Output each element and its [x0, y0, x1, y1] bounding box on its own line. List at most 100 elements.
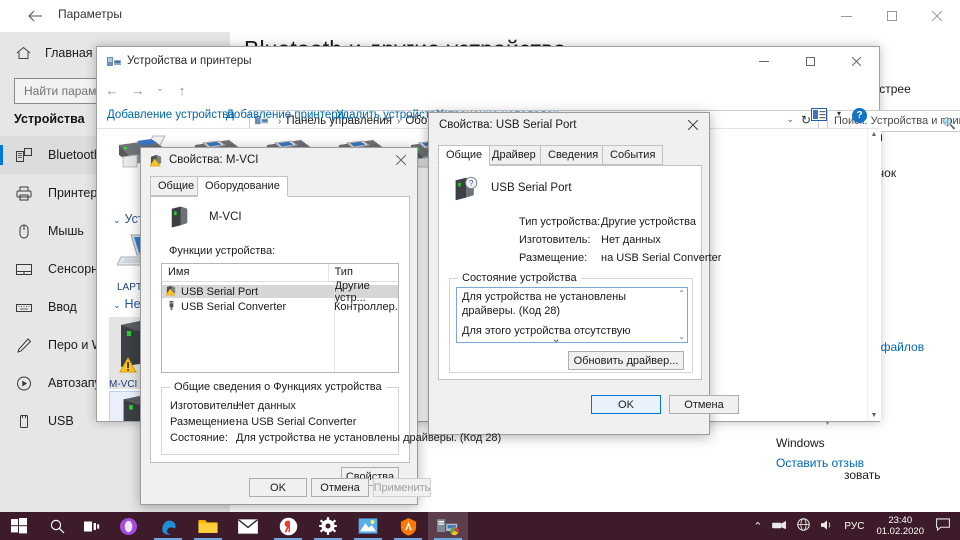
task-view-icon[interactable]	[73, 512, 111, 540]
tab-details[interactable]: Сведения	[540, 145, 607, 165]
chevron-down-icon: ⌄	[113, 300, 121, 310]
tab-hardware[interactable]: Оборудование	[197, 176, 288, 197]
svg-text:?: ?	[469, 179, 474, 188]
back-arrow-icon[interactable]	[22, 4, 48, 28]
tray-chevron-up-icon[interactable]: ⌃	[753, 520, 762, 533]
photos-icon[interactable]	[348, 512, 388, 540]
chevron-down-icon[interactable]: ▾	[837, 109, 841, 118]
mail-icon[interactable]	[228, 512, 268, 540]
help-icon[interactable]: ?	[852, 108, 867, 123]
cp-scroll-down-arrow[interactable]: ▼	[868, 412, 880, 419]
globe-icon[interactable]	[797, 518, 811, 534]
usb-dialog-ok-button[interactable]: OK	[591, 395, 661, 414]
field-label-manufacturer: Изготовитель:	[519, 234, 591, 246]
cp-close-button[interactable]	[833, 47, 879, 75]
taskbar-search-icon[interactable]	[38, 512, 76, 540]
device-status-group-title: Состояние устройства	[458, 272, 581, 284]
cp-titlebar: Устройства и принтеры	[97, 47, 879, 77]
cp-scroll-up-arrow[interactable]: ▲	[868, 131, 880, 138]
status-scroll-down-arrow[interactable]: ⌄	[678, 332, 685, 341]
summary-label-manufacturer: Изготовитель:	[170, 400, 242, 412]
usb-dialog-titlebar: Свойства: USB Serial Port	[429, 113, 709, 139]
view-options-icon[interactable]	[811, 108, 827, 122]
field-label-device-type: Тип устройства:	[519, 216, 601, 228]
device-status-textbox[interactable]: Для устройства не установлены драйверы. …	[456, 287, 688, 343]
mvci-dialog-title: Свойства: M-VCI	[169, 154, 259, 166]
usb-dialog-general-panel: ? USB Serial Port Тип устройства: Другие…	[438, 165, 721, 380]
cp-back-button[interactable]: ←	[103, 83, 121, 98]
table-row[interactable]: USB Serial Converter Контроллер...	[162, 300, 398, 313]
volume-icon[interactable]	[820, 519, 834, 534]
bluetooth-device-icon	[14, 146, 34, 164]
tab-events[interactable]: События	[602, 145, 664, 165]
start-button[interactable]	[0, 512, 38, 540]
field-value-device-type: Другие устройства	[601, 216, 696, 228]
device-summary-group: Общие сведения о Функциях устройства Изг…	[161, 381, 501, 455]
cp-maximize-button[interactable]	[787, 47, 833, 75]
column-header-type[interactable]: Тип	[329, 264, 398, 281]
usb-dialog-close-button[interactable]	[677, 113, 709, 137]
file-explorer-icon[interactable]	[188, 512, 228, 540]
settings-gear-icon[interactable]	[308, 512, 348, 540]
settings-minimize-button[interactable]	[824, 0, 869, 32]
mouse-icon	[14, 222, 34, 240]
add-printer-button[interactable]: Добавление принтера	[226, 109, 344, 121]
tab-general[interactable]: Общие	[438, 145, 491, 166]
usb-device-icon	[166, 300, 177, 314]
cp-recent-dropdown[interactable]: ⌄	[151, 83, 169, 94]
mvci-device-name: M-VCI	[209, 211, 242, 223]
avast-icon[interactable]	[388, 512, 428, 540]
autoplay-icon	[14, 374, 34, 392]
settings-maximize-button[interactable]	[869, 0, 914, 32]
device-warning-icon	[165, 285, 177, 299]
network-icon[interactable]	[772, 519, 787, 534]
cp-up-button[interactable]: ↑	[173, 83, 191, 98]
computer-icon	[169, 205, 191, 234]
usb-dialog-tabs: Общие Драйвер Сведения События	[438, 145, 702, 166]
mvci-dialog-close-button[interactable]	[385, 148, 417, 172]
mvci-ok-button[interactable]: OK	[249, 478, 307, 497]
add-device-button[interactable]: Добавление устройства	[107, 109, 235, 121]
mvci-apply-button[interactable]: Применить	[373, 478, 431, 497]
printer-icon	[14, 184, 34, 202]
usb-dialog-cancel-button[interactable]: Отмена	[669, 395, 739, 414]
yandex-browser-icon[interactable]	[268, 512, 308, 540]
settings-close-button[interactable]	[914, 0, 960, 32]
touchpad-icon	[14, 260, 34, 278]
table-row[interactable]: USB Serial Port Другие устр...	[162, 280, 398, 304]
usb-dialog-title: Свойства: USB Serial Port	[439, 119, 577, 131]
row-name: USB Serial Converter	[181, 300, 287, 313]
settings-window-controls	[824, 0, 960, 32]
notification-icon[interactable]	[936, 518, 950, 534]
status-line: Для этого устройства отсутствую совмести…	[462, 325, 631, 342]
cp-forward-button[interactable]: →	[129, 83, 147, 98]
tab-driver[interactable]: Драйвер	[484, 145, 544, 165]
summary-value-manufacturer: Нет данных	[236, 400, 296, 412]
feedback-link[interactable]: Оставить отзыв	[776, 456, 864, 470]
mvci-properties-dialog: Свойства: M-VCI Общие Оборудование M-VCI…	[140, 147, 501, 505]
tab-general[interactable]: Общие	[150, 176, 203, 196]
mvci-cancel-button[interactable]: Отмена	[311, 478, 369, 497]
devices-printers-taskbar-icon[interactable]	[428, 512, 468, 540]
clock[interactable]: 23:40 01.02.2020	[876, 515, 924, 537]
remove-device-button[interactable]: Удалить устройство	[336, 109, 442, 121]
cortana-icon[interactable]	[108, 512, 148, 540]
cp-vertical-scrollbar[interactable]: ▲ ▼	[867, 129, 879, 421]
field-value-location: на USB Serial Converter	[601, 252, 722, 264]
update-driver-button[interactable]: Обновить драйвер...	[568, 351, 684, 370]
language-indicator[interactable]: РУС	[844, 521, 864, 532]
column-header-name[interactable]: Имя	[162, 264, 329, 281]
status-line: Для устройства не установлены драйверы. …	[462, 291, 627, 317]
taskbar: ⌃ РУС 23:40 01.02.2020	[0, 512, 960, 540]
edge-browser-icon[interactable]	[148, 512, 188, 540]
summary-value-status: Для устройства не установлены драйверы. …	[236, 432, 502, 444]
settings-titlebar: Параметры	[0, 0, 960, 32]
field-value-manufacturer: Нет данных	[601, 234, 661, 246]
mvci-dialog-tabs: Общие Оборудование	[150, 176, 410, 197]
device-functions-list[interactable]: Имя Тип USB Serial Port Другие устр... U…	[161, 263, 399, 373]
status-scroll-up-arrow[interactable]: ⌃	[678, 289, 685, 298]
cp-window-title: Устройства и принтеры	[127, 55, 252, 67]
cp-minimize-button[interactable]	[741, 47, 787, 75]
windows-label: Windows	[776, 436, 825, 450]
usb-device-name: USB Serial Port	[491, 182, 572, 194]
